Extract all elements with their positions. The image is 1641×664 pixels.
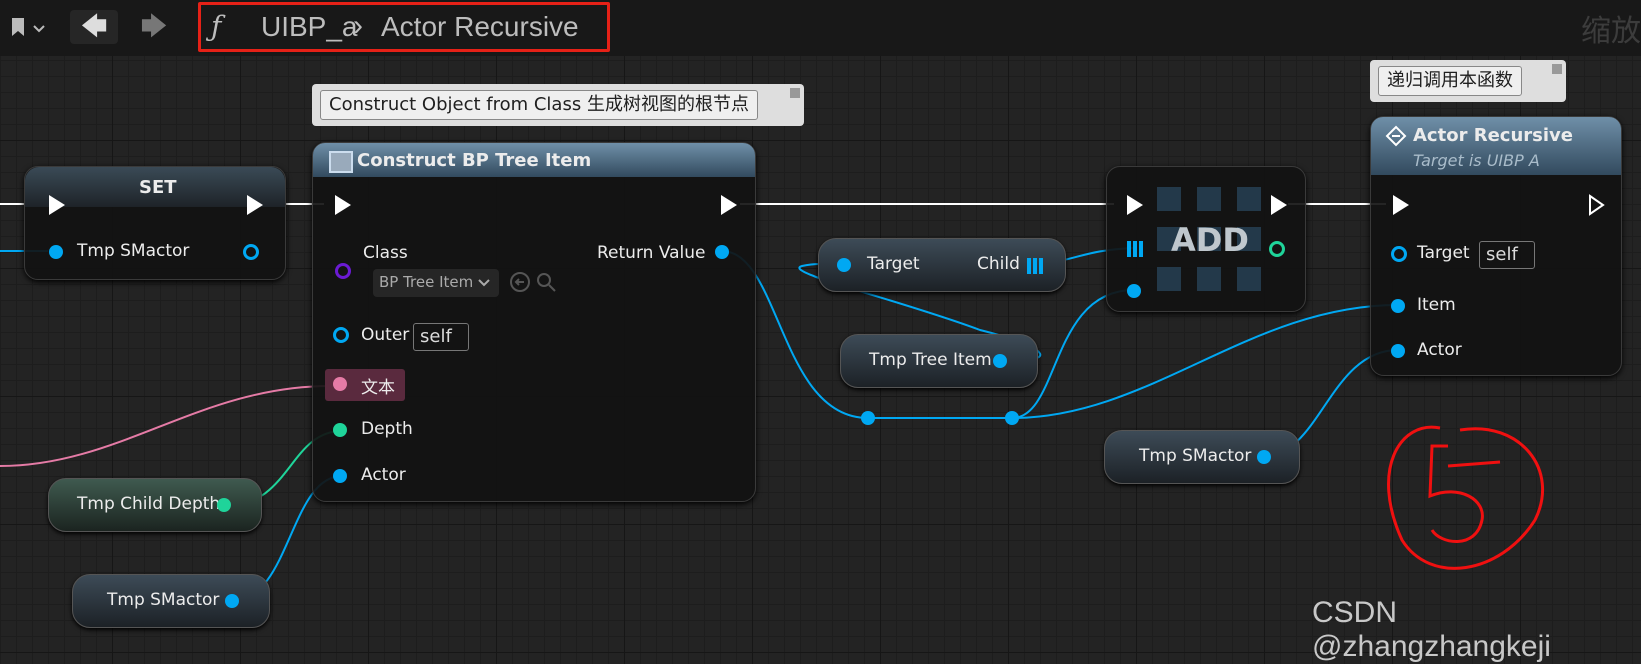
exec-out-pin[interactable]: [721, 195, 737, 215]
use-selected-icon[interactable]: [509, 271, 531, 297]
back-arrow-icon[interactable]: 🡄: [70, 10, 118, 44]
set-node-title: SET: [139, 177, 177, 198]
tmp-child-depth-label: Tmp Child Depth: [77, 494, 221, 514]
exec-in-pin[interactable]: [49, 195, 65, 215]
zoom-label: 缩放: [1581, 14, 1641, 49]
watermark: CSDN @zhangzhangkeji: [1312, 596, 1551, 663]
exec-in-pin[interactable]: [1393, 195, 1409, 215]
target-input[interactable]: self: [1479, 241, 1535, 269]
breadcrumb-current[interactable]: Actor Recursive: [381, 5, 579, 49]
target-in-pin[interactable]: [1391, 246, 1407, 262]
construct-bp-tree-item-node[interactable]: Construct BP Tree Item Class BP Tree Ite…: [312, 142, 756, 502]
comment-bubble-recursive[interactable]: 递归调用本函数: [1370, 60, 1566, 102]
actor-in-pin[interactable]: [1391, 344, 1405, 358]
class-dropdown-value: BP Tree Item: [379, 273, 474, 291]
chevron-right-icon: ›: [353, 9, 363, 42]
target-label: Target: [1417, 243, 1470, 263]
depth-label: Depth: [361, 419, 413, 439]
target-in-pin[interactable]: [837, 258, 851, 272]
item-in-pin[interactable]: [1391, 299, 1405, 313]
pin-icon[interactable]: [1552, 64, 1562, 74]
tmp-smactor-var-left[interactable]: Tmp SMactor: [72, 574, 270, 628]
return-value-pin[interactable]: [715, 245, 729, 259]
class-label: Class: [363, 243, 408, 263]
comment-text: 递归调用本函数: [1378, 66, 1522, 96]
pin-icon[interactable]: [790, 88, 800, 98]
construct-node-icon: [329, 151, 353, 173]
tmp-smactor-label: Tmp SMactor: [107, 590, 220, 610]
browse-search-icon[interactable]: [535, 271, 557, 297]
actor-recursive-subtitle: Target is UIBP A: [1413, 151, 1540, 170]
exec-in-pin[interactable]: [335, 195, 351, 215]
bookmark-menu-icon[interactable]: [8, 14, 48, 42]
tmp-smactor-label: Tmp SMactor: [1139, 446, 1252, 466]
int-out-pin[interactable]: [217, 498, 231, 512]
function-icon: ƒ: [211, 10, 222, 43]
target-label: Target: [867, 254, 920, 274]
array-in-pin[interactable]: [1127, 241, 1143, 257]
exec-in-pin[interactable]: [1127, 195, 1143, 215]
text-label: 文本: [361, 378, 395, 398]
exec-out-pin[interactable]: [1271, 195, 1287, 215]
actor-recursive-node[interactable]: Actor Recursive Target is UIBP A Target …: [1370, 116, 1622, 376]
object-in-pin[interactable]: [49, 245, 63, 259]
item-in-pin[interactable]: [1127, 284, 1141, 298]
return-value-label: Return Value: [597, 243, 706, 263]
array-pin-icon[interactable]: [1027, 258, 1043, 274]
forward-arrow-icon[interactable]: 🡆: [130, 10, 178, 44]
reroute-knot[interactable]: [1005, 411, 1019, 425]
breadcrumb: ƒ UIBP_a › Actor Recursive: [198, 2, 610, 52]
top-toolbar: 🡄 🡆 ƒ UIBP_a › Actor Recursive 缩放: [0, 0, 1641, 56]
comment-text: Construct Object from Class 生成树视图的根节点: [320, 90, 758, 120]
text-in-pin[interactable]: [333, 377, 347, 391]
tmp-child-depth-var[interactable]: Tmp Child Depth: [48, 478, 262, 532]
construct-node-title: Construct BP Tree Item: [357, 150, 592, 171]
actor-label: Actor: [361, 465, 406, 485]
tmp-smactor-var-right[interactable]: Tmp SMactor: [1104, 430, 1300, 484]
handwritten-annotation-5: [1387, 425, 1545, 570]
actor-in-pin[interactable]: [333, 469, 347, 483]
exec-out-outline-icon: [1589, 194, 1605, 216]
set-node-pin-label: Tmp SMactor: [77, 241, 190, 261]
exec-out-pin[interactable]: [247, 195, 263, 215]
class-dropdown[interactable]: BP Tree Item: [373, 269, 499, 297]
array-add-node[interactable]: ADD: [1106, 166, 1306, 312]
add-node-title: ADD: [1171, 221, 1249, 259]
tmp-tree-item-var[interactable]: Tmp Tree Item: [840, 334, 1038, 388]
outer-input[interactable]: self: [413, 323, 469, 351]
depth-in-pin[interactable]: [333, 423, 347, 437]
object-out-pin[interactable]: [243, 244, 259, 260]
child-label: Child: [977, 254, 1020, 274]
comment-bubble-construct[interactable]: Construct Object from Class 生成树视图的根节点: [312, 84, 804, 126]
function-node-icon: [1385, 125, 1407, 151]
item-label: Item: [1417, 295, 1456, 315]
object-out-pin[interactable]: [1257, 450, 1271, 464]
index-out-pin[interactable]: [1269, 241, 1285, 257]
class-in-pin[interactable]: [335, 263, 351, 279]
object-out-pin[interactable]: [225, 594, 239, 608]
chevron-down-icon: [477, 275, 491, 294]
outer-label: Outer: [361, 325, 410, 345]
set-node[interactable]: SET Tmp SMactor: [24, 166, 286, 280]
actor-recursive-title: Actor Recursive: [1413, 125, 1573, 146]
object-out-pin[interactable]: [993, 354, 1007, 368]
actor-label: Actor: [1417, 340, 1462, 360]
breadcrumb-root[interactable]: UIBP_a: [261, 5, 358, 49]
tmp-tree-item-label: Tmp Tree Item: [869, 350, 992, 370]
reroute-knot[interactable]: [861, 411, 875, 425]
get-child-node[interactable]: Target Child: [818, 238, 1066, 292]
outer-in-pin[interactable]: [333, 327, 349, 343]
